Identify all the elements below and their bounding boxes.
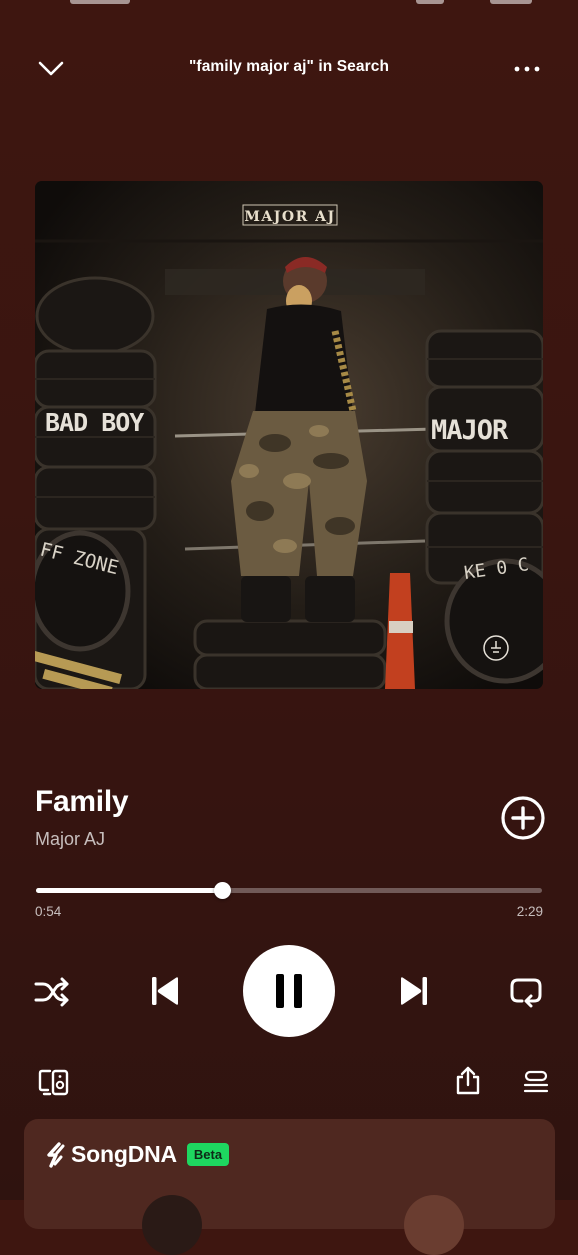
songdna-avatar	[142, 1195, 202, 1255]
songdna-logo-icon	[47, 1141, 65, 1168]
track-title[interactable]: Family	[35, 785, 129, 819]
songdna-label: SongDNA	[71, 1141, 177, 1167]
context-title: "family major aj" in Search	[188, 58, 390, 75]
songdna-card[interactable]: SongDNA Beta	[24, 1119, 555, 1255]
repeat-button[interactable]	[505, 971, 547, 1013]
skip-next-icon	[401, 977, 427, 1005]
beta-badge: Beta	[186, 1143, 230, 1166]
repeat-icon	[510, 978, 542, 1008]
songdna-avatar	[404, 1195, 464, 1255]
queue-icon	[523, 1070, 549, 1093]
pause-icon	[276, 974, 302, 1008]
connect-device-icon	[38, 1069, 69, 1096]
shuffle-icon	[34, 977, 69, 1007]
chevron-down-icon	[38, 61, 64, 76]
songdna-header: SongDNA Beta	[44, 1141, 230, 1168]
queue-button[interactable]	[518, 1064, 554, 1100]
album-art: MAJOR AJ BAD BOY MAJOR FF ZONE KE 0 C	[35, 181, 543, 689]
progress-bar[interactable]	[36, 882, 542, 899]
progress-handle[interactable]	[213, 882, 231, 899]
album-right-text: MAJOR	[431, 415, 509, 446]
add-to-library-button[interactable]	[499, 794, 547, 842]
skip-previous-icon	[152, 977, 178, 1005]
next-track-button[interactable]	[392, 969, 436, 1013]
collapse-button[interactable]	[30, 52, 72, 86]
elapsed-time: 0:54	[35, 904, 62, 919]
more-dots-icon	[514, 66, 540, 72]
pause-button[interactable]	[243, 945, 335, 1037]
connect-device-button[interactable]	[36, 1064, 72, 1100]
album-top-label: MAJOR AJ	[244, 209, 335, 225]
more-options-button[interactable]	[506, 56, 548, 82]
status-bar	[0, 0, 578, 6]
progress-fill	[36, 888, 223, 893]
share-icon	[456, 1066, 480, 1095]
total-time: 2:29	[516, 904, 543, 919]
share-button[interactable]	[451, 1064, 485, 1098]
previous-track-button[interactable]	[143, 969, 187, 1013]
track-artist[interactable]: Major AJ	[35, 829, 105, 850]
add-circle-icon	[501, 796, 545, 840]
album-left-text: BAD BOY	[45, 408, 144, 437]
shuffle-button[interactable]	[32, 972, 72, 1012]
